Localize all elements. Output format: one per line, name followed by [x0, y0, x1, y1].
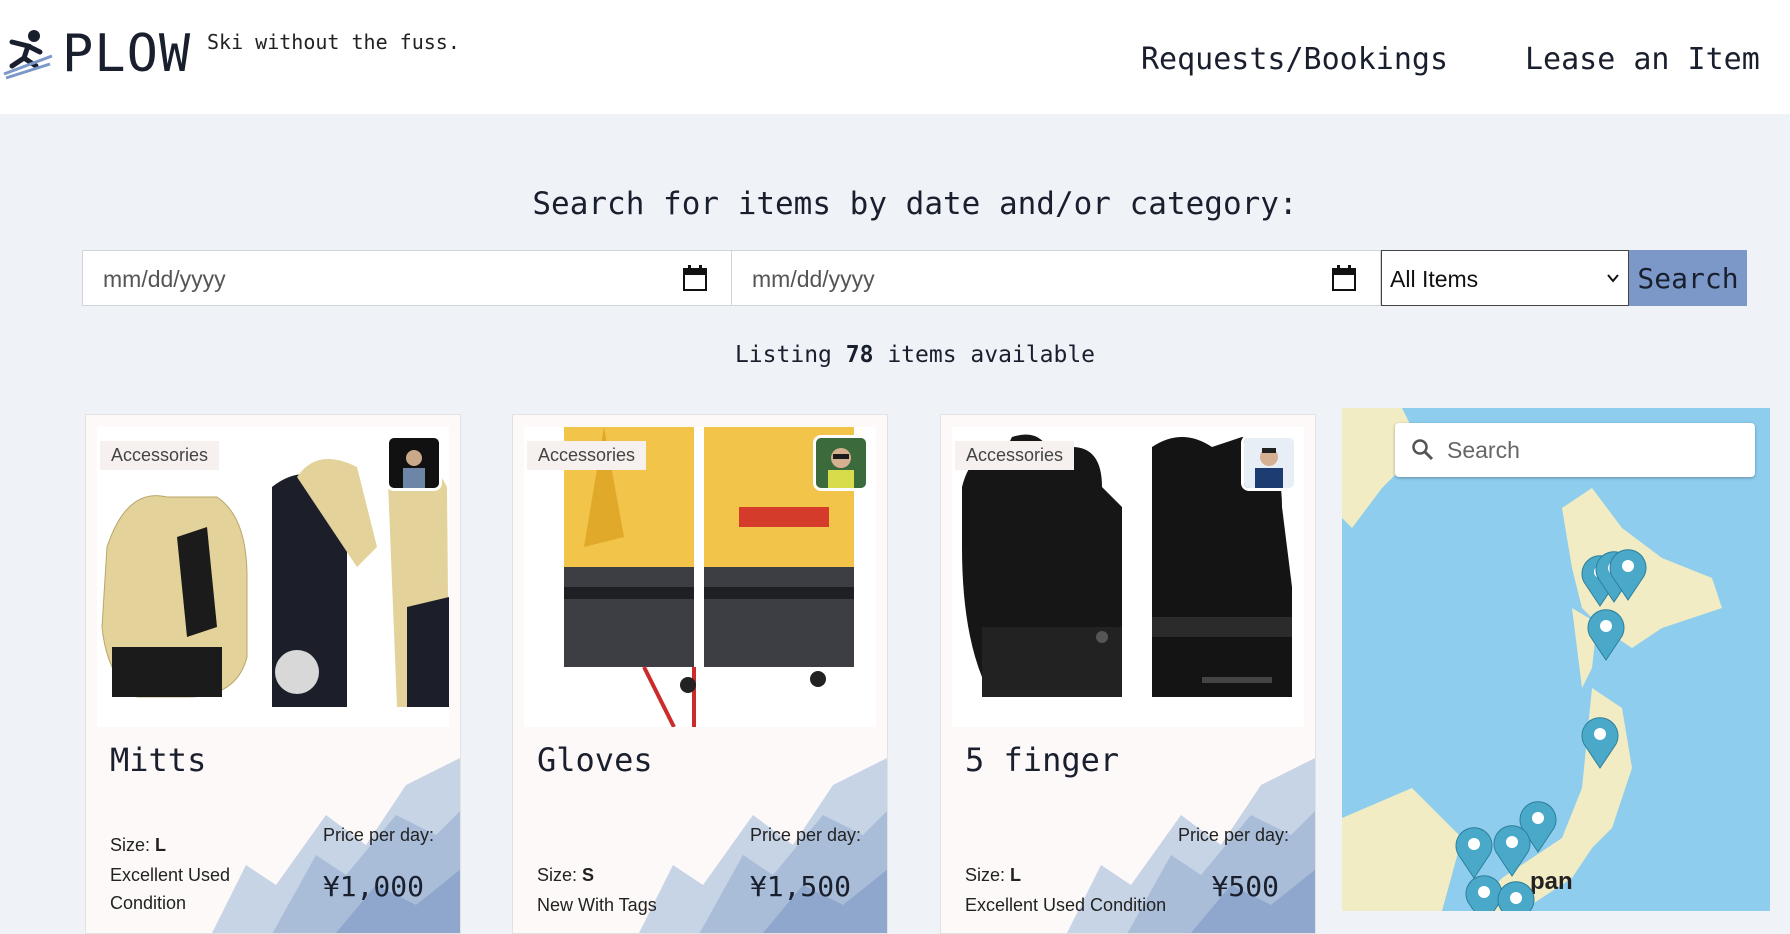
calendar-icon[interactable] [1332, 265, 1356, 291]
nav-requests-bookings[interactable]: Requests/Bookings [1141, 42, 1448, 77]
category-tag: Accessories [100, 441, 220, 470]
item-name[interactable]: Gloves [537, 741, 653, 779]
map-search-placeholder: Search [1447, 437, 1520, 463]
size-value: L [1010, 865, 1022, 885]
owner-avatar[interactable] [813, 435, 869, 491]
item-condition: Excellent Used Condition [965, 895, 1167, 915]
owner-avatar[interactable] [386, 435, 442, 491]
map-pin-icon[interactable] [1606, 546, 1650, 602]
item-price: ¥500 [1211, 870, 1279, 903]
category-tag: Accessories [527, 441, 647, 470]
category-select[interactable]: All Items [1381, 250, 1629, 306]
item-size: Size: L [110, 835, 166, 856]
size-label: Size: [110, 835, 151, 855]
item-name[interactable]: 5 finger [965, 741, 1119, 779]
item-condition: New With Tags [537, 895, 657, 915]
size-value: S [582, 865, 595, 885]
listing-number: 78 [845, 342, 874, 368]
item-card[interactable]: Accessories Gloves Size: S New With Tags… [512, 414, 888, 934]
price-label: Price per day: [1177, 825, 1289, 845]
brand-name[interactable]: PLOW [62, 26, 191, 82]
size-label: Size: [965, 865, 1006, 885]
listing-count: Listing 78 items available [0, 342, 1790, 368]
price-label: Price per day: [749, 825, 861, 845]
item-condition: Excellent Used Condition [110, 865, 231, 913]
item-name[interactable]: Mitts [110, 741, 206, 779]
skier-logo-icon[interactable] [2, 26, 54, 82]
category-tag: Accessories [955, 441, 1075, 470]
size-value: L [155, 835, 167, 855]
search-button[interactable]: Search [1629, 250, 1747, 306]
search-icon [1412, 439, 1434, 461]
category-selected-value: All Items [1390, 266, 1479, 292]
item-card[interactable]: Accessories Mitts Size: L Excellent Used… [85, 414, 461, 934]
tagline: Ski without the fuss. [207, 30, 460, 54]
site-header: PLOW Ski without the fuss. Requests/Book… [0, 0, 1790, 114]
item-size: Size: L [965, 865, 1021, 886]
owner-avatar[interactable] [1241, 435, 1297, 491]
item-price: ¥1,500 [749, 870, 851, 903]
size-label: Size: [537, 865, 578, 885]
nav-lease-item[interactable]: Lease an Item [1525, 42, 1760, 77]
map-pin-icon[interactable] [1584, 606, 1628, 662]
listing-prefix: Listing [734, 342, 832, 368]
item-card[interactable]: Accessories 5 finger Size: L Excellent U… [940, 414, 1316, 934]
map-search-input[interactable]: Search [1395, 423, 1755, 477]
map-panel[interactable]: Search pan [1342, 408, 1770, 911]
item-price: ¥1,000 [322, 870, 424, 903]
end-date-input[interactable]: mm/dd/yyyy [731, 250, 1381, 306]
calendar-icon[interactable] [683, 265, 707, 291]
map-pin-icon[interactable] [1494, 878, 1538, 911]
start-date-input[interactable]: mm/dd/yyyy [82, 250, 732, 306]
item-size: Size: S [537, 865, 594, 886]
map-pin-icon[interactable] [1578, 714, 1622, 770]
end-date-placeholder: mm/dd/yyyy [752, 266, 875, 292]
start-date-placeholder: mm/dd/yyyy [103, 266, 226, 292]
price-label: Price per day: [322, 825, 434, 845]
search-heading: Search for items by date and/or category… [532, 186, 1298, 222]
map-pin-icon[interactable] [1490, 822, 1534, 878]
chevron-down-icon [1607, 274, 1619, 283]
listing-suffix: items available [887, 342, 1096, 368]
